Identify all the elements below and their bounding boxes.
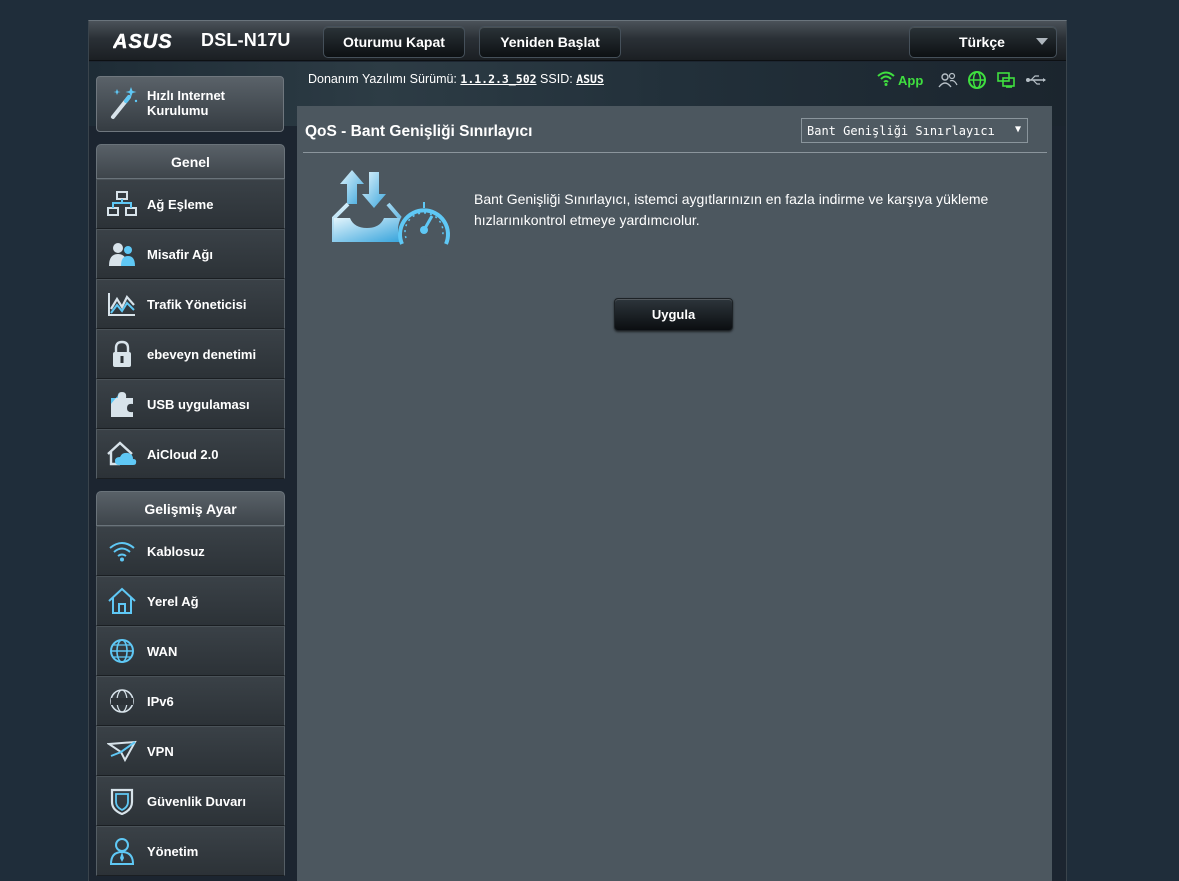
- sidebar-item-traffic-manager[interactable]: Trafik Yöneticisi: [96, 279, 285, 329]
- puzzle-icon: [97, 390, 147, 418]
- sidebar-item-label: Yönetim: [147, 843, 199, 859]
- traffic-manager-icon: [97, 291, 147, 317]
- qos-mode-value: Bant Genişliği Sınırlayıcı: [807, 123, 995, 138]
- app-label: App: [898, 72, 924, 88]
- sidebar-item-usb-application[interactable]: USB uygulaması: [96, 379, 285, 429]
- asus-logo: ASUS: [113, 30, 189, 52]
- reboot-button[interactable]: Yeniden Başlat: [479, 26, 621, 58]
- sidebar-item-label: Ağ Eşleme: [147, 196, 214, 212]
- shield-icon: [97, 787, 147, 815]
- sidebar-item-administration[interactable]: Yönetim: [96, 826, 285, 876]
- language-select[interactable]: Türkçe: [909, 26, 1057, 58]
- quick-setup-label: Hızlı Internet Kurulumu: [147, 88, 226, 118]
- sidebar-item-label: ebeveyn denetimi: [147, 346, 257, 362]
- sidebar-item-label: Yerel Ağ: [147, 593, 199, 609]
- sidebar-item-label: WAN: [147, 643, 178, 659]
- chevron-down-icon: [1036, 38, 1048, 45]
- usb-icon[interactable]: [1025, 73, 1047, 87]
- page-title: QoS - Bant Genişliği Sınırlayıcı: [305, 123, 533, 140]
- bandwidth-limiter-icon: [330, 166, 460, 261]
- sidebar-item-ipv6[interactable]: IPv6: [96, 676, 285, 726]
- sidebar-item-wireless[interactable]: Kablosuz: [96, 526, 285, 576]
- main-content: QoS - Bant Genişliği Sınırlayıcı Bant Ge…: [297, 106, 1052, 881]
- firmware-label: Donanım Yazılımı Sürümü:: [308, 72, 457, 86]
- sidebar-item-firewall[interactable]: Güvenlik Duvarı: [96, 776, 285, 826]
- wifi-icon: [97, 539, 147, 563]
- sidebar-item-guest-network[interactable]: Misafir Ağı: [96, 229, 285, 279]
- vpn-icon: [97, 738, 147, 764]
- sidebar-item-label: Kablosuz: [147, 543, 205, 559]
- clients-icon[interactable]: [938, 72, 958, 88]
- sidebar-item-parental-control[interactable]: ebeveyn denetimi: [96, 329, 285, 379]
- sidebar-item-label: IPv6: [147, 693, 174, 709]
- user-icon: [97, 837, 147, 865]
- description-text: Bant Genişliği Sınırlayıcı, istemci aygı…: [474, 191, 989, 228]
- magic-wand-icon: [107, 85, 139, 126]
- quick-internet-setup-button[interactable]: Hızlı Internet Kurulumu: [96, 76, 284, 132]
- sidebar-item-label: USB uygulaması: [147, 396, 250, 412]
- firmware-version-link[interactable]: 1.1.2.3_502: [460, 72, 536, 86]
- network-status-icon[interactable]: [996, 71, 1016, 89]
- router-admin-frame: ASUS DSL-N17U Oturumu Kapat Yeniden Başl…: [88, 20, 1067, 881]
- sidebar-item-lan[interactable]: Yerel Ağ: [96, 576, 285, 626]
- sidebar-item-label: Güvenlik Duvarı: [147, 793, 246, 809]
- sidebar-item-network-map[interactable]: Ağ Eşleme: [96, 179, 285, 229]
- sidebar-item-wan[interactable]: WAN: [96, 626, 285, 676]
- language-label: Türkçe: [959, 34, 1005, 50]
- sidebar-item-label: VPN: [147, 743, 174, 759]
- status-icons: App: [877, 69, 1056, 91]
- guest-network-icon: [97, 241, 147, 267]
- sidebar-item-label: AiCloud 2.0: [147, 446, 219, 462]
- top-banner: ASUS DSL-N17U Oturumu Kapat Yeniden Başl…: [89, 21, 1066, 61]
- sidebar-item-aicloud[interactable]: AiCloud 2.0: [96, 429, 285, 479]
- internet-globe-icon[interactable]: [967, 70, 987, 90]
- sidebar-item-label: Trafik Yöneticisi: [147, 296, 247, 312]
- ssid-label: SSID:: [540, 72, 573, 86]
- cloud-home-icon: [97, 440, 147, 468]
- model-name: DSL-N17U: [201, 30, 291, 50]
- general-menu-heading: Genel: [96, 144, 285, 179]
- sidebar-item-label: Misafir Ağı: [147, 246, 213, 262]
- wifi-icon: [877, 70, 895, 91]
- advanced-menu: Gelişmiş Ayar Kablosuz Yerel Ağ WAN IPv6…: [96, 491, 285, 876]
- lock-icon: [97, 340, 147, 368]
- firmware-info: Donanım Yazılımı Sürümü: 1.1.2.3_502 SSI…: [308, 72, 604, 86]
- sidebar-item-vpn[interactable]: VPN: [96, 726, 285, 776]
- ssid-link[interactable]: ASUS: [576, 72, 604, 86]
- globe-icon: [97, 637, 147, 665]
- advanced-menu-heading: Gelişmiş Ayar: [96, 491, 285, 526]
- svg-text:ASUS: ASUS: [113, 31, 173, 51]
- title-divider: [303, 152, 1047, 153]
- home-icon: [97, 587, 147, 615]
- network-map-icon: [97, 191, 147, 217]
- logout-button[interactable]: Oturumu Kapat: [323, 26, 465, 58]
- qos-mode-select[interactable]: Bant Genişliği Sınırlayıcı ▼: [801, 118, 1028, 143]
- general-menu: Genel Ağ Eşleme Misafir Ağı Trafik Yönet…: [96, 144, 285, 479]
- apply-button[interactable]: Uygula: [614, 298, 733, 331]
- ipv6-icon: [97, 687, 147, 715]
- app-status[interactable]: App: [877, 70, 923, 91]
- chevron-down-icon: ▼: [1014, 124, 1021, 135]
